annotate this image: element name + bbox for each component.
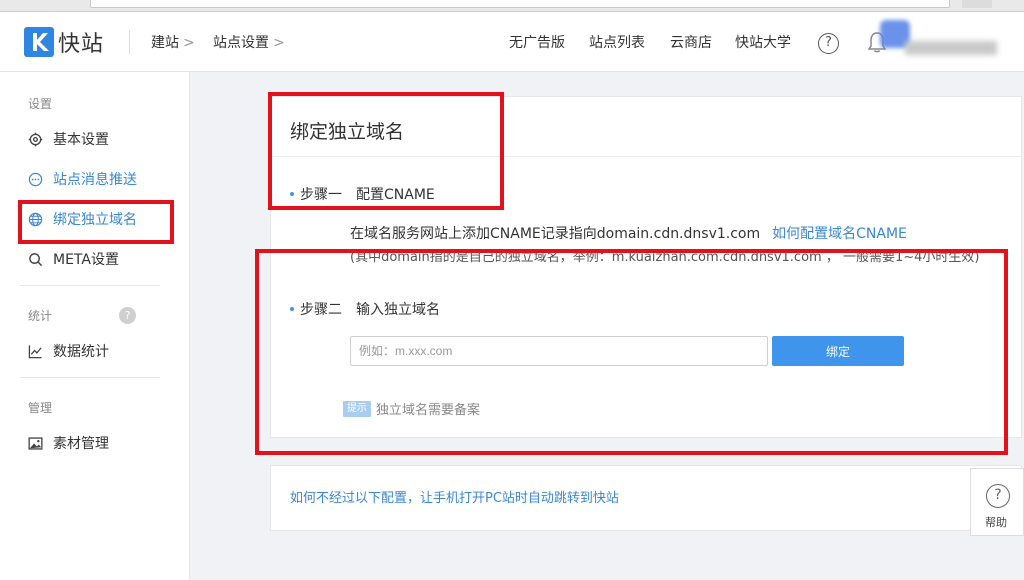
nav-kuaizhan-university[interactable]: 快站大学: [735, 32, 791, 52]
sidebar-item-meta-settings[interactable]: META设置: [28, 249, 119, 269]
top-header: 快站 建站 > 站点设置 > 无广告版 站点列表 云商店 快站大学 ?: [0, 12, 1024, 72]
sidebar-item-media-manage[interactable]: 素材管理: [28, 433, 109, 453]
help-widget[interactable]: ? 帮助: [970, 468, 1024, 536]
sidebar-item-label: 站点消息推送: [53, 172, 137, 188]
header-divider: [129, 30, 130, 54]
address-bar[interactable]: [90, 0, 950, 8]
step-one-note: (其中domain指的是自己的独立域名，举例：m.kuaizhan.com.cd…: [350, 250, 980, 265]
help-icon[interactable]: ?: [818, 33, 839, 54]
bind-domain-panel: [270, 96, 1022, 438]
redirect-help-link[interactable]: 如何不经过以下配置，让手机打开PC站时自动跳转到快站: [290, 487, 619, 506]
question-icon[interactable]: ?: [119, 307, 136, 324]
icp-tip: 提示 独立域名需要备案: [343, 399, 480, 418]
user-name-blurred[interactable]: [905, 41, 997, 55]
nav-no-ads[interactable]: 无广告版: [509, 32, 565, 52]
tip-badge: 提示: [343, 400, 371, 417]
step-two: 步骤二 输入独立域名: [290, 299, 440, 319]
chevron-right-icon: >: [183, 35, 195, 51]
sidebar-item-label: 基本设置: [53, 132, 109, 148]
search-icon: [29, 252, 43, 266]
help-label: 帮助: [985, 516, 1007, 529]
chart-icon: [28, 344, 42, 358]
sidebar-section-settings: 设置: [28, 97, 53, 111]
bind-button[interactable]: 绑定: [772, 336, 904, 366]
sidebar-divider: [20, 285, 160, 286]
chevron-right-icon: >: [273, 35, 285, 51]
step-one-description: 在域名服务网站上添加CNAME记录指向domain.cdn.dnsv1.com 如…: [350, 226, 907, 242]
sidebar-item-label: META设置: [53, 252, 119, 268]
sidebar-item-data-stats[interactable]: 数据统计: [28, 341, 109, 361]
sidebar-section-manage: 管理: [28, 401, 53, 415]
cname-help-link[interactable]: 如何配置域名CNAME: [772, 226, 907, 242]
sidebar-item-bind-domain[interactable]: 绑定独立域名: [28, 209, 137, 229]
domain-input[interactable]: [350, 336, 768, 366]
nav-cloud-store[interactable]: 云商店: [670, 32, 712, 52]
browser-button[interactable]: [962, 0, 992, 8]
bullet-dot-icon: [290, 307, 294, 311]
sidebar-section-stats: 统计: [28, 309, 53, 323]
sidebar-item-basic-settings[interactable]: 基本设置: [28, 129, 109, 149]
help-icon: ?: [986, 484, 1010, 508]
nav-site-list[interactable]: 站点列表: [589, 32, 645, 52]
breadcrumb-build[interactable]: 建站 >: [151, 32, 195, 52]
brand-name[interactable]: 快站: [58, 26, 104, 58]
message-icon: [28, 172, 43, 186]
title-divider: [271, 156, 1021, 157]
image-icon: [28, 436, 43, 450]
breadcrumb-site-settings[interactable]: 站点设置 >: [213, 32, 285, 52]
browser-chrome: [0, 0, 1024, 12]
kuaizhan-logo-icon[interactable]: [24, 27, 54, 57]
globe-icon: [28, 212, 43, 226]
page-title: 绑定独立域名: [290, 121, 405, 143]
sidebar-item-label: 素材管理: [53, 436, 109, 452]
sidebar-item-label: 数据统计: [53, 344, 109, 360]
step-one: 步骤一 配置CNAME: [290, 184, 435, 204]
sidebar-item-label: 绑定独立域名: [53, 212, 137, 228]
gear-icon: [28, 132, 43, 146]
bullet-dot-icon: [290, 192, 294, 196]
sidebar-item-message-push[interactable]: 站点消息推送: [28, 169, 137, 189]
sidebar-divider: [20, 377, 160, 378]
